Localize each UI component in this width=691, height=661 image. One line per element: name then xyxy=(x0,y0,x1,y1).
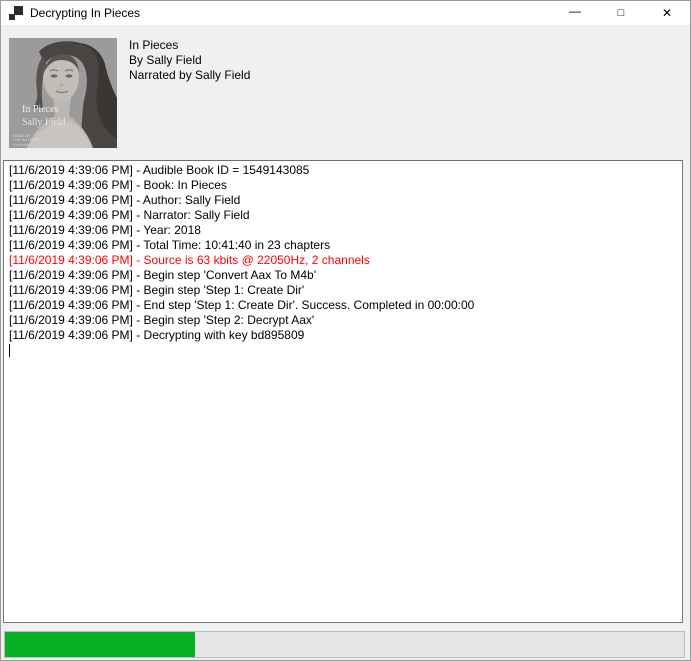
log-line: [11/6/2019 4:39:06 PM] - Year: 2018 xyxy=(9,223,678,238)
book-cover-image: In Pieces Sally Field READ BY THE AUTHOR… xyxy=(9,38,117,148)
app-icon-square-large xyxy=(14,6,23,15)
app-window: Decrypting In Pieces — □ ✕ xyxy=(0,0,691,661)
log-line-error: [11/6/2019 4:39:06 PM] - Source is 63 kb… xyxy=(9,253,678,268)
cover-author-text: Sally Field xyxy=(22,117,66,128)
minimize-button[interactable]: — xyxy=(552,1,598,25)
book-meta: In Pieces By Sally Field Narrated by Sal… xyxy=(129,38,250,83)
maximize-button[interactable]: □ xyxy=(598,1,644,25)
book-header: In Pieces Sally Field READ BY THE AUTHOR… xyxy=(1,25,690,160)
log-line: [11/6/2019 4:39:06 PM] - Total Time: 10:… xyxy=(9,238,678,253)
book-author: By Sally Field xyxy=(129,53,250,68)
close-icon: ✕ xyxy=(662,6,672,20)
log-line: [11/6/2019 4:39:06 PM] - Begin step 'Ste… xyxy=(9,313,678,328)
log-line: [11/6/2019 4:39:06 PM] - Decrypting with… xyxy=(9,328,678,343)
cover-title-text: In Pieces xyxy=(22,104,58,115)
log-line: [11/6/2019 4:39:06 PM] - Audible Book ID… xyxy=(9,163,678,178)
maximize-icon: □ xyxy=(618,7,625,19)
progress-bar xyxy=(4,631,685,658)
window-controls: — □ ✕ xyxy=(552,1,690,25)
log-line: [11/6/2019 4:39:06 PM] - End step 'Step … xyxy=(9,298,678,313)
close-button[interactable]: ✕ xyxy=(644,1,690,25)
minimize-icon: — xyxy=(569,4,581,18)
text-caret xyxy=(9,344,10,357)
window-title: Decrypting In Pieces xyxy=(30,6,140,20)
log-textbox[interactable]: [11/6/2019 4:39:06 PM] - Audible Book ID… xyxy=(3,160,683,623)
app-icon[interactable] xyxy=(9,6,23,20)
log-line: [11/6/2019 4:39:06 PM] - Begin step 'Ste… xyxy=(9,283,678,298)
log-caret-line xyxy=(9,343,678,358)
log-line: [11/6/2019 4:39:06 PM] - Begin step 'Con… xyxy=(9,268,678,283)
book-narrator: Narrated by Sally Field xyxy=(129,68,250,83)
cover-badge-line3: Unabridged xyxy=(13,142,34,147)
book-title: In Pieces xyxy=(129,38,250,53)
log-line: [11/6/2019 4:39:06 PM] - Book: In Pieces xyxy=(9,178,678,193)
title-bar: Decrypting In Pieces — □ ✕ xyxy=(1,1,690,25)
progress-bar-fill xyxy=(5,632,195,657)
log-line: [11/6/2019 4:39:06 PM] - Narrator: Sally… xyxy=(9,208,678,223)
log-line: [11/6/2019 4:39:06 PM] - Author: Sally F… xyxy=(9,193,678,208)
